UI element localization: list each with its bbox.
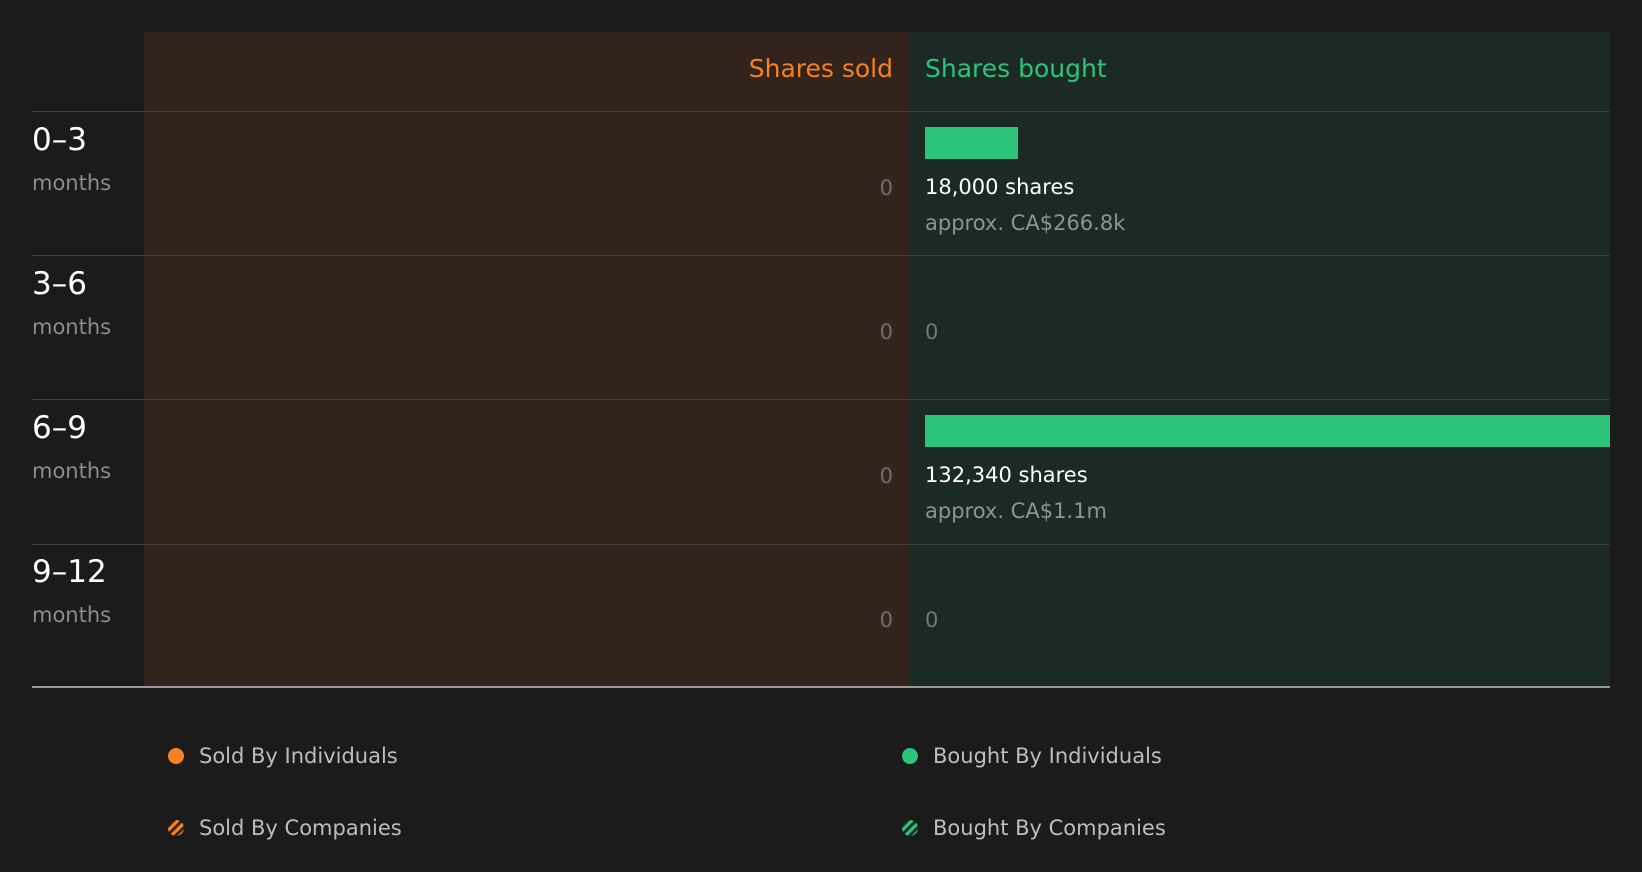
period-row: 9–12 months 0 0 [0,544,1642,688]
bought-value-label: 0 [925,608,939,632]
period-range-label: 9–12 [32,554,107,590]
legend-label: Bought By Companies [933,816,1166,840]
shares-bought-header: Shares bought [925,54,1107,83]
period-unit-label: months [32,459,112,483]
bought-bar [925,127,1018,159]
legend-label: Bought By Individuals [933,744,1162,768]
sold-value-label: 0 [879,320,893,344]
bought-bar [925,415,1610,447]
period-row: 3–6 months 0 0 [0,256,1642,400]
bought-value-label: 0 [925,320,939,344]
period-unit-label: months [32,171,112,195]
bought-shares-label: 18,000 shares [925,175,1075,199]
period-row: 0–3 months 0 18,000 shares approx. CA$26… [0,112,1642,256]
green-dot-icon [902,748,918,764]
bought-value-label: approx. CA$1.1m [925,499,1107,523]
period-range-label: 6–9 [32,410,87,446]
legend-item-sold-individuals[interactable]: Sold By Individuals [168,741,398,771]
orange-dot-icon [168,748,184,764]
period-range-label: 0–3 [32,122,87,158]
period-unit-label: months [32,603,112,627]
period-range-label: 3–6 [32,266,87,302]
green-striped-icon [902,820,918,836]
bought-value-label: approx. CA$266.8k [925,211,1126,235]
sold-value-label: 0 [879,176,893,200]
period-unit-label: months [32,315,112,339]
orange-striped-icon [168,820,184,836]
sold-value-label: 0 [879,464,893,488]
legend-item-bought-companies[interactable]: Bought By Companies [902,813,1166,843]
shares-sold-header: Shares sold [748,54,893,83]
period-row: 6–9 months 0 132,340 shares approx. CA$1… [0,400,1642,544]
bought-shares-label: 132,340 shares [925,463,1088,487]
legend-item-sold-companies[interactable]: Sold By Companies [168,813,402,843]
legend-label: Sold By Individuals [199,744,398,768]
sold-value-label: 0 [879,608,893,632]
legend-label: Sold By Companies [199,816,402,840]
legend-item-bought-individuals[interactable]: Bought By Individuals [902,741,1162,771]
